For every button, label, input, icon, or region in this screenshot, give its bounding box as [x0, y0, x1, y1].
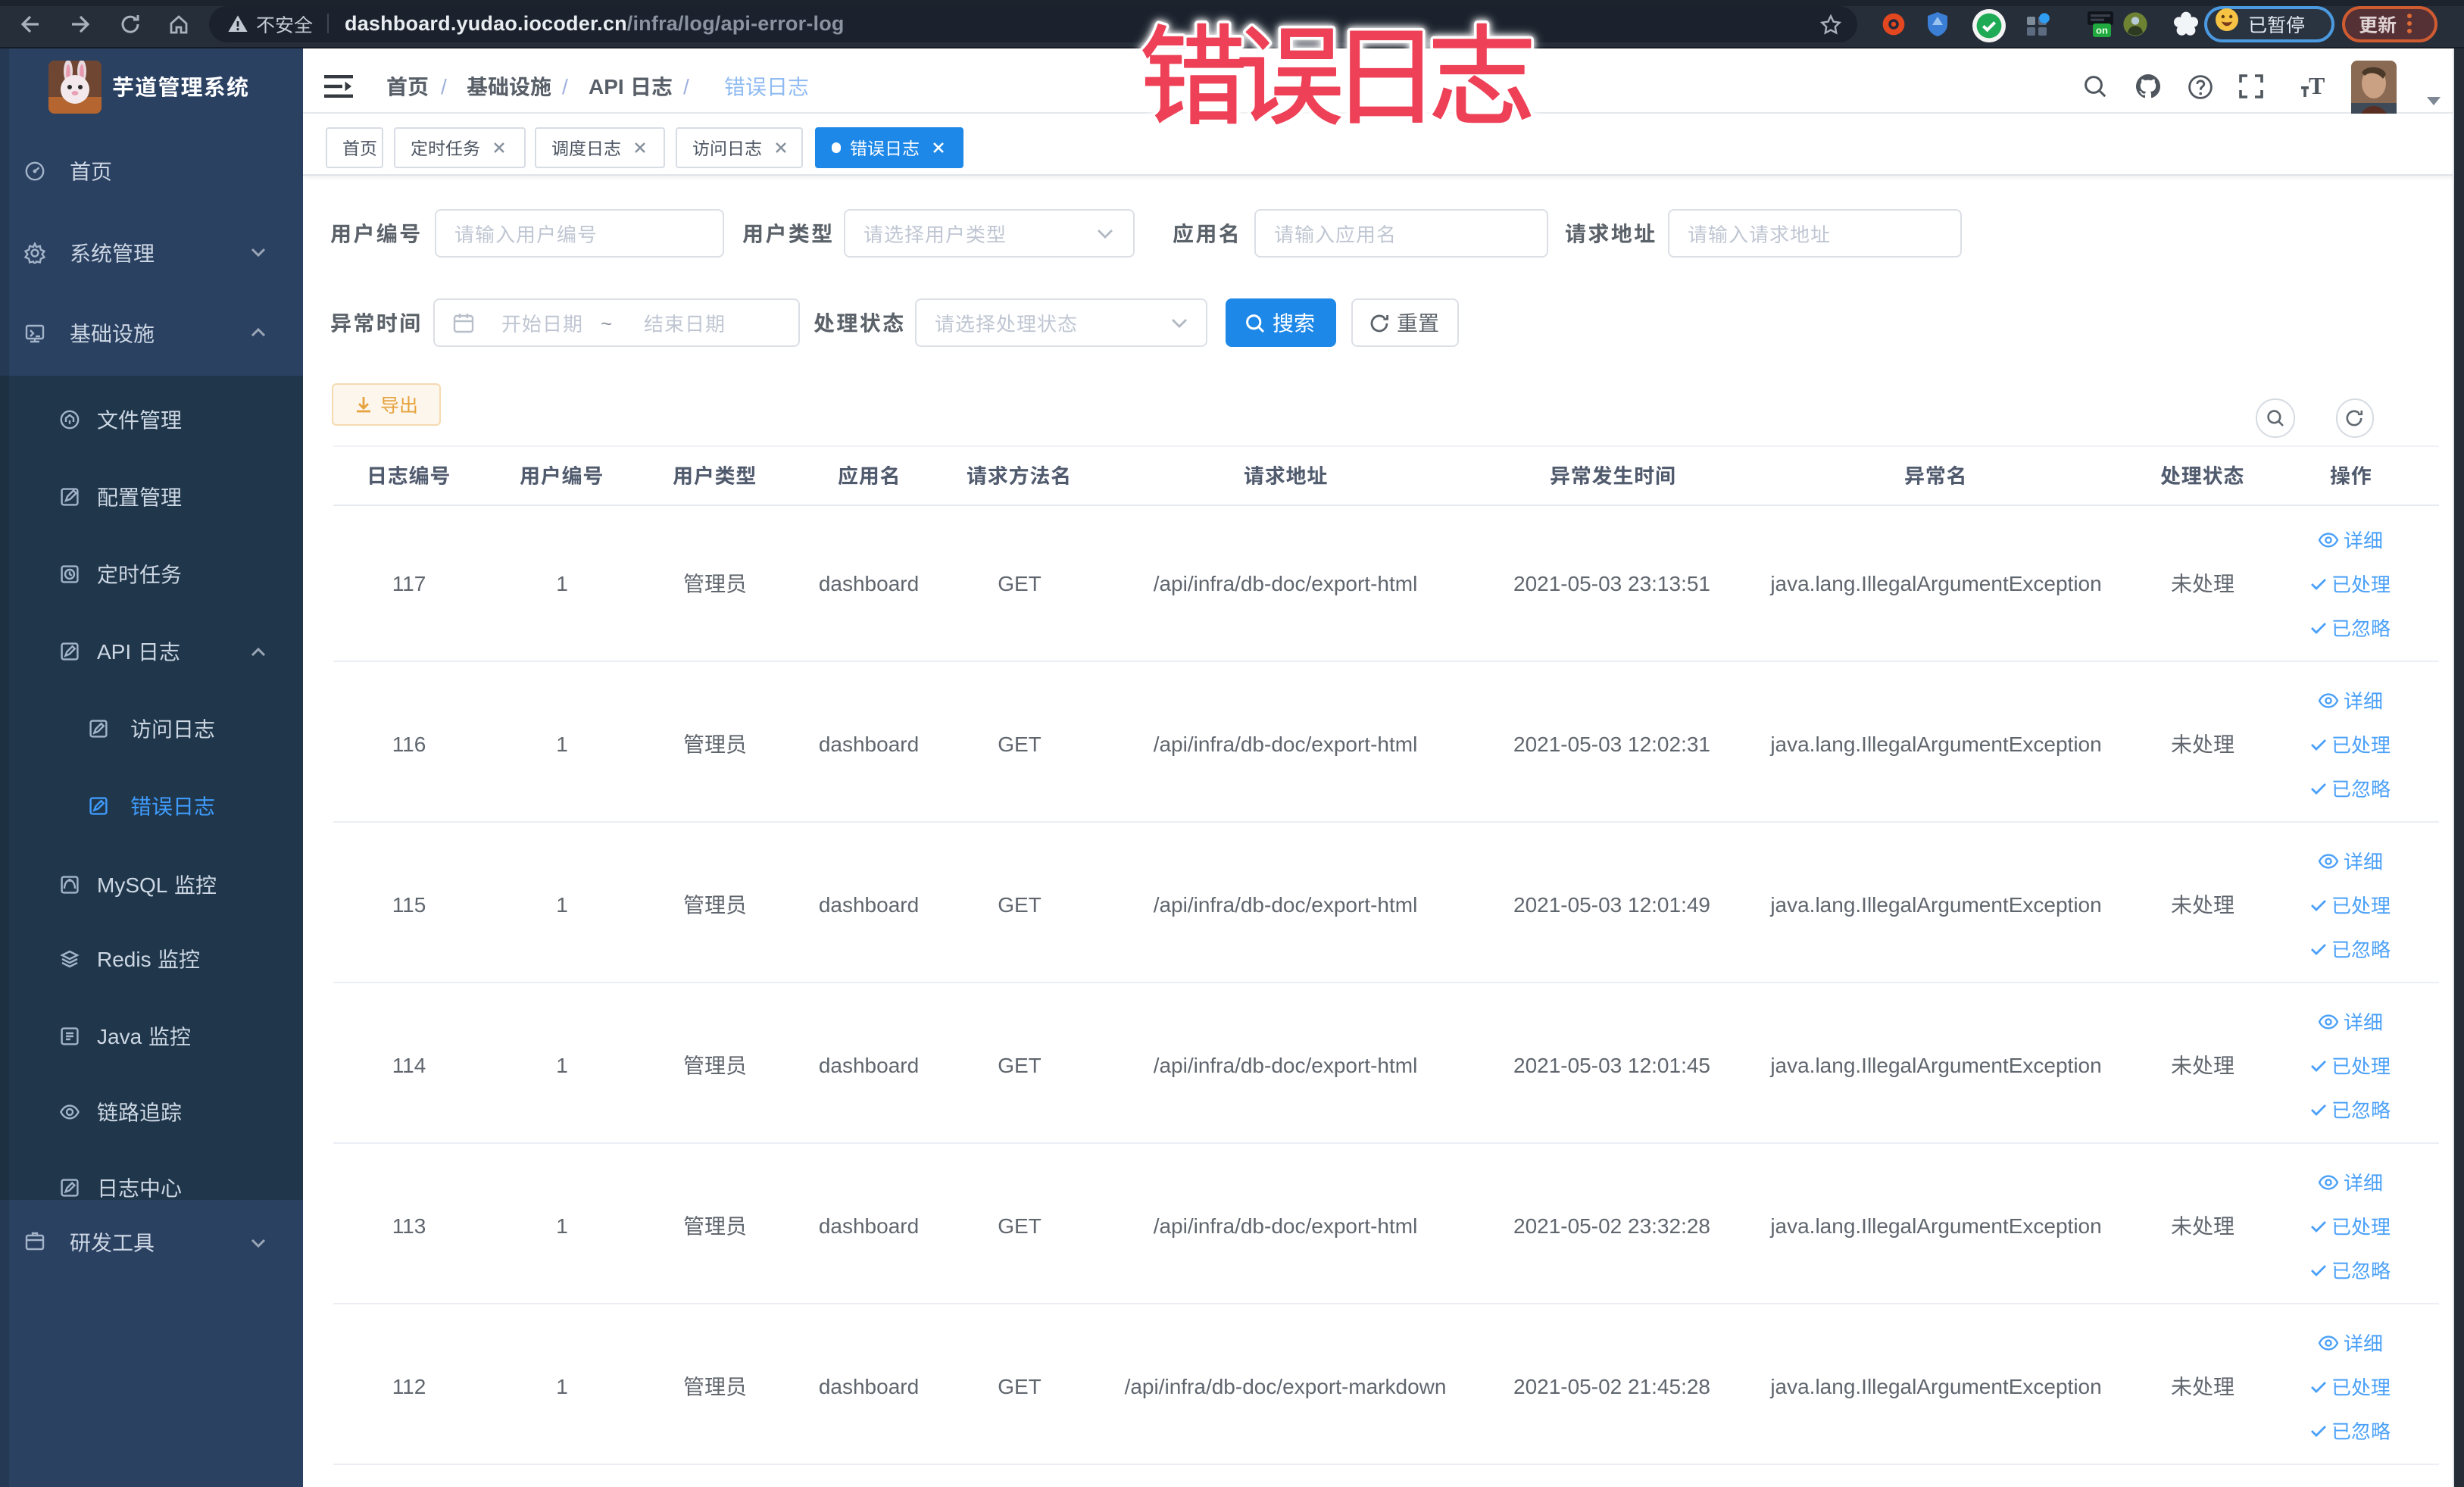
svg-text:T: T	[2309, 73, 2325, 99]
svg-text:on: on	[2095, 24, 2107, 36]
